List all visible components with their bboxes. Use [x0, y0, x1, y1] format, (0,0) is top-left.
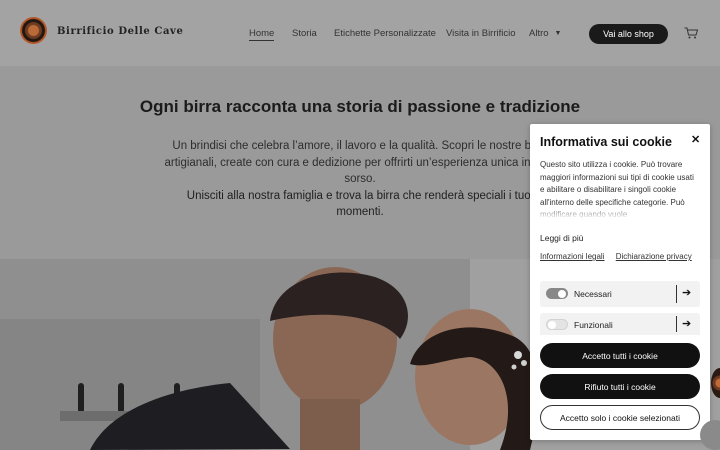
accept-all-button[interactable]: Accetto tutti i cookie	[540, 343, 700, 368]
nav-etichette[interactable]: Etichette Personalizzate	[334, 28, 436, 39]
cookie-banner: Informativa sui cookie ✕ Questo sito uti…	[530, 124, 710, 440]
close-icon[interactable]: ✕	[691, 133, 700, 146]
hero-description: Un brindisi che celebra l’amore, il lavo…	[160, 138, 560, 221]
hero-desc-line: Unisciti alla nostra famiglia e trova la…	[186, 189, 534, 202]
toggle-knob	[558, 289, 566, 298]
arrow-right-icon[interactable]: ➔	[682, 317, 691, 330]
cookie-category-funzionali[interactable]: Funzionali ➔	[540, 313, 700, 335]
legal-links: Informazioni legali Dichiarazione privac…	[540, 251, 700, 264]
hero-desc-line: momenti.	[336, 206, 384, 218]
brand-name[interactable]: Birrificio Delle Cave	[57, 26, 183, 37]
cookie-description: Questo sito utilizza i cookie. Può trova…	[540, 159, 698, 219]
site-header: Birrificio Delle Cave Home Storia Etiche…	[0, 0, 720, 66]
arrow-right-icon[interactable]: ➔	[682, 286, 691, 299]
nav-home[interactable]: Home	[249, 28, 275, 41]
nav-visita[interactable]: Visita in Birrificio	[446, 28, 516, 39]
nav-storia[interactable]: Storia	[292, 28, 317, 39]
funzionali-toggle[interactable]	[546, 319, 568, 330]
reject-all-button[interactable]: Rifiuto tutti i cookie	[540, 374, 700, 399]
hero-desc-line: Un brindisi che celebra l’amore, il lavo…	[172, 140, 548, 152]
necessari-label: Necessari	[574, 289, 612, 299]
divider	[676, 285, 677, 303]
privacy-link[interactable]: Dichiarazione privacy	[616, 252, 692, 261]
accept-selected-button[interactable]: Accetto solo i cookie selezionati	[540, 405, 700, 430]
hero-desc-line: artigianali, create con cura e dedizione…	[164, 156, 556, 169]
learn-more-link[interactable]: Leggi di più	[540, 233, 583, 243]
cart-icon[interactable]	[684, 27, 698, 39]
brewery-logo-icon[interactable]	[20, 17, 47, 44]
nav-altro-label: Altro	[529, 28, 549, 39]
toggle-knob	[548, 321, 556, 329]
cookie-category-necessari[interactable]: Necessari ➔	[540, 281, 700, 307]
shop-button[interactable]: Vai allo shop	[589, 24, 668, 44]
necessari-toggle[interactable]	[546, 288, 568, 299]
divider	[676, 316, 677, 332]
hero-title: Ogni birra racconta una storia di passio…	[139, 97, 581, 116]
legal-info-link[interactable]: Informazioni legali	[540, 252, 604, 261]
caret-down-icon: ▼	[554, 30, 562, 37]
funzionali-label: Funzionali	[574, 320, 613, 330]
hero-desc-line: sorso.	[344, 173, 376, 185]
nav-altro[interactable]: Altro ▼	[529, 28, 561, 39]
cookie-title: Informativa sui cookie	[540, 135, 672, 149]
